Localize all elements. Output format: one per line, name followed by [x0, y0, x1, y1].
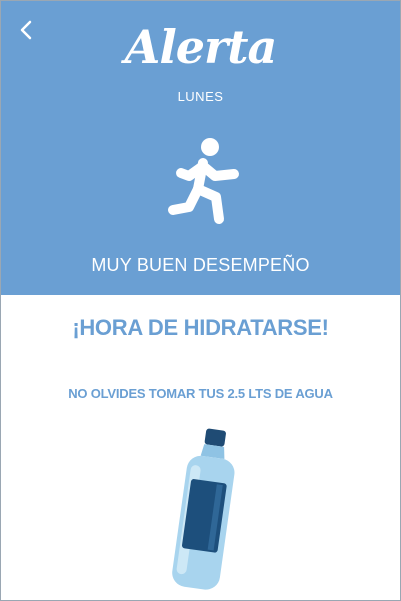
hydration-headline: ¡HORA DE HIDRATARSE!	[72, 315, 329, 340]
day-label: LUNES	[177, 89, 224, 104]
hydration-reminder: NO OLVIDES TOMAR TUS 2.5 LTS DE AGUA	[68, 386, 333, 401]
running-person-icon	[168, 138, 239, 224]
header-panel: Alerta LUNES MUY BUEN DESEMPEÑO	[1, 1, 400, 295]
brand-title: Alerta	[124, 20, 278, 74]
app-screen: Alerta LUNES MUY BUEN DESEMPEÑO ¡HORA DE…	[0, 0, 401, 601]
performance-status: MUY BUEN DESEMPEÑO	[91, 255, 310, 275]
water-bottle-icon	[172, 428, 235, 590]
